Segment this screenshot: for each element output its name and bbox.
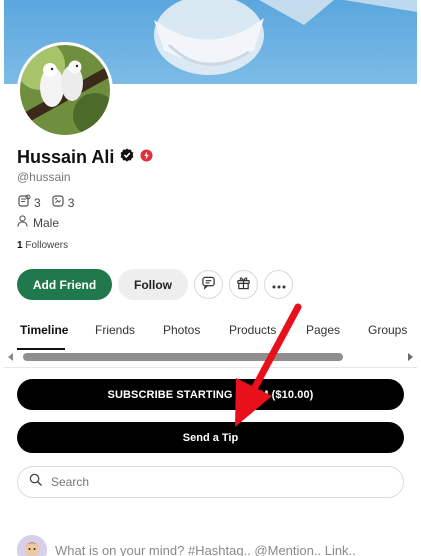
posts-icon (17, 194, 34, 211)
scroll-left-icon[interactable] (8, 353, 13, 361)
profile-handle: @hussain (17, 170, 71, 184)
tab-products[interactable]: Products (229, 323, 276, 337)
user-icon (17, 215, 33, 230)
profile-name: Hussain Ali (17, 147, 115, 167)
albums-count: 3 (67, 195, 75, 210)
follow-button[interactable]: Follow (118, 269, 188, 300)
scrollbar-thumb[interactable] (23, 353, 343, 361)
followers-count: 1 (17, 240, 23, 251)
profile-gender: Male (17, 215, 59, 230)
gift-button[interactable] (229, 270, 258, 299)
divider (4, 367, 417, 368)
posts-stat[interactable]: 3 (17, 194, 41, 211)
profile-stats: 3 3 (17, 194, 84, 211)
composer-avatar (17, 535, 47, 556)
active-tab-indicator (17, 348, 65, 350)
profile-search[interactable] (17, 466, 404, 498)
gender-label: Male (33, 215, 60, 230)
subscribe-button[interactable]: SUBSCRIBE STARTING FROM ($10.00) (17, 379, 404, 410)
tabs-scrollbar[interactable] (8, 351, 413, 364)
tab-timeline[interactable]: Timeline (20, 323, 68, 337)
albums-stat[interactable]: 3 (51, 194, 75, 211)
search-icon (29, 473, 51, 491)
gift-icon (236, 275, 251, 295)
tab-pages[interactable]: Pages (306, 323, 340, 337)
followers-label: Followers (25, 240, 69, 251)
tab-friends[interactable]: Friends (95, 323, 135, 337)
add-friend-button[interactable]: Add Friend (17, 269, 112, 300)
tab-photos[interactable]: Photos (163, 323, 200, 337)
scroll-right-icon[interactable] (408, 353, 413, 361)
message-icon (201, 275, 216, 295)
verified-icon (114, 148, 134, 167)
profile-avatar[interactable] (17, 42, 113, 138)
pro-badge-icon (134, 148, 153, 167)
tab-groups[interactable]: Groups (368, 323, 407, 337)
profile-tabs: Timeline Friends Photos Products Pages G… (17, 323, 417, 351)
post-composer[interactable]: What is on your mind? #Hashtag.. @Mentio… (17, 535, 356, 556)
more-button[interactable] (264, 270, 293, 299)
message-button[interactable] (194, 270, 223, 299)
profile-actions: Add Friend Follow (17, 269, 293, 300)
more-icon (272, 276, 286, 294)
composer-placeholder[interactable]: What is on your mind? #Hashtag.. @Mentio… (55, 543, 356, 556)
posts-count: 3 (34, 195, 41, 210)
send-tip-button[interactable]: Send a Tip (17, 422, 404, 453)
profile-name-row: Hussain Ali (17, 147, 153, 168)
albums-icon (51, 194, 68, 211)
search-input[interactable] (51, 475, 381, 489)
followers-link[interactable]: 1 Followers (17, 240, 68, 251)
